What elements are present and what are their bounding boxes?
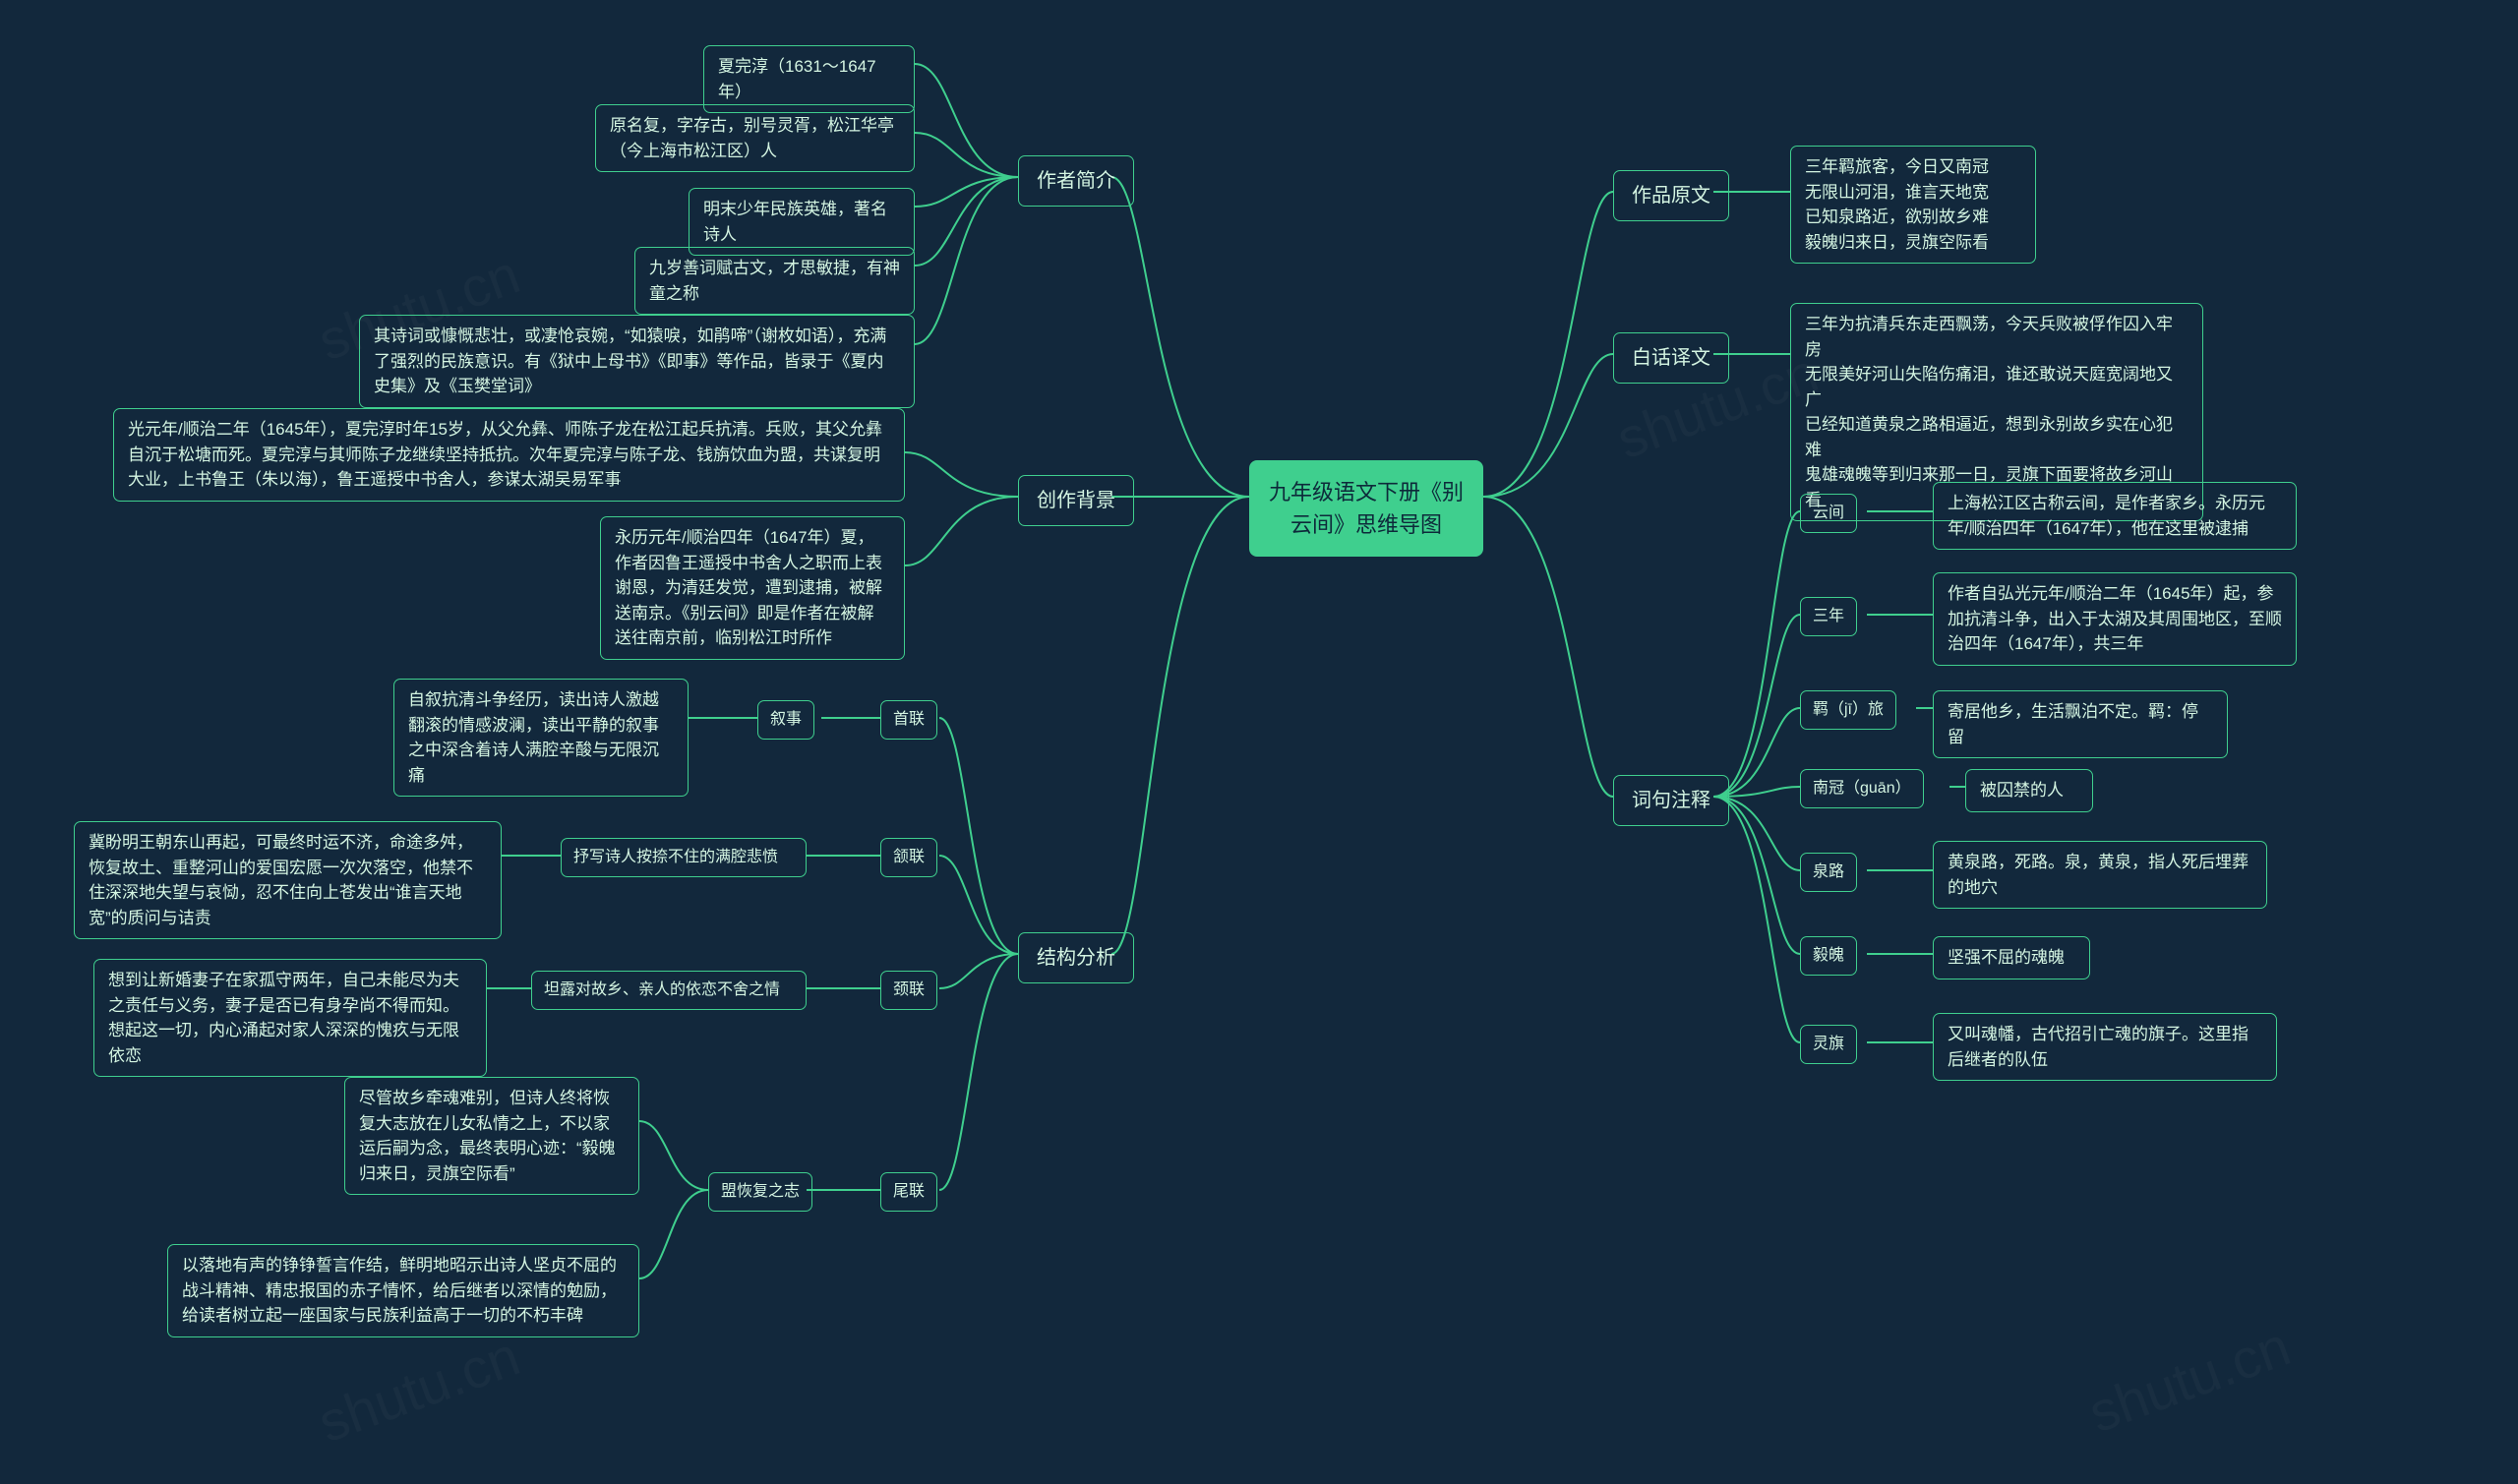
bg-c2[interactable]: 永历元年/顺治四年（1647年）夏，作者因鲁王遥授中书舍人之职而上表谢恩，为清廷… (600, 516, 905, 660)
watermark: shutu.cn (2080, 1314, 2298, 1445)
author-c2[interactable]: 原名复，字存古，别号灵胥，松江华亭（今上海市松江区）人 (595, 104, 915, 172)
note-key-4[interactable]: 南冠（guān） (1800, 769, 1924, 808)
note-val-5[interactable]: 黄泉路，死路。泉，黄泉，指人死后埋葬的地穴 (1933, 841, 2267, 909)
watermark: shutu.cn (310, 1324, 527, 1454)
note-val-6[interactable]: 坚强不屈的魂魄 (1933, 936, 2090, 979)
branch-background[interactable]: 创作背景 (1018, 475, 1134, 526)
branch-notes[interactable]: 词句注释 (1613, 775, 1729, 826)
note-key-6[interactable]: 毅魄 (1800, 936, 1857, 976)
couplet-1-sub[interactable]: 叙事 (757, 700, 814, 740)
root-node[interactable]: 九年级语文下册《别云间》思维导图 (1249, 460, 1483, 557)
couplet-2-sub[interactable]: 抒写诗人按捺不住的满腔悲愤 (561, 838, 807, 877)
couplet-1[interactable]: 首联 (880, 700, 937, 740)
author-c5[interactable]: 其诗词或慷慨悲壮，或凄怆哀婉，“如猿唳，如鹃啼”（谢枚如语），充满了强烈的民族意… (359, 315, 915, 408)
couplet-4[interactable]: 尾联 (880, 1172, 937, 1212)
original-text[interactable]: 三年羁旅客，今日又南冠 无限山河泪，谁言天地宽 已知泉路近，欲别故乡难 毅魄归来… (1790, 146, 2036, 264)
note-key-2[interactable]: 三年 (1800, 597, 1857, 636)
note-val-2[interactable]: 作者自弘光元年/顺治二年（1645年）起，参加抗清斗争，出入于太湖及其周围地区，… (1933, 572, 2297, 666)
note-key-7[interactable]: 灵旗 (1800, 1025, 1857, 1064)
bg-c1[interactable]: 光元年/顺治二年（1645年），夏完淳时年15岁，从父允彝、师陈子龙在松江起兵抗… (113, 408, 905, 502)
author-c3[interactable]: 明末少年民族英雄，著名诗人 (689, 188, 915, 256)
note-key-5[interactable]: 泉路 (1800, 853, 1857, 892)
note-key-1[interactable]: 云间 (1800, 494, 1857, 533)
couplet-2[interactable]: 颔联 (880, 838, 937, 877)
branch-translation[interactable]: 白话译文 (1613, 332, 1729, 384)
note-val-7[interactable]: 又叫魂幡，古代招引亡魂的旗子。这里指后继者的队伍 (1933, 1013, 2277, 1081)
note-val-3[interactable]: 寄居他乡，生活飘泊不定。羁：停留 (1933, 690, 2228, 758)
note-val-1[interactable]: 上海松江区古称云间，是作者家乡。永历元年/顺治四年（1647年），他在这里被逮捕 (1933, 482, 2297, 550)
couplet-3-sub[interactable]: 坦露对故乡、亲人的依恋不舍之情 (531, 971, 807, 1010)
couplet-3-leaf[interactable]: 想到让新婚妻子在家孤守两年，自己未能尽为夫之责任与义务，妻子是否已有身孕尚不得而… (93, 959, 487, 1077)
author-c1[interactable]: 夏完淳（1631～1647年） (703, 45, 915, 113)
couplet-4-leaf2[interactable]: 以落地有声的铮铮誓言作结，鲜明地昭示出诗人坚贞不屈的战斗精神、精忠报国的赤子情怀… (167, 1244, 639, 1337)
branch-author[interactable]: 作者简介 (1018, 155, 1134, 207)
couplet-4-leaf1[interactable]: 尽管故乡牵魂难别，但诗人终将恢复大志放在儿女私情之上，不以家运后嗣为念，最终表明… (344, 1077, 639, 1195)
branch-structure[interactable]: 结构分析 (1018, 932, 1134, 983)
branch-original[interactable]: 作品原文 (1613, 170, 1729, 221)
couplet-3[interactable]: 颈联 (880, 971, 937, 1010)
note-key-3[interactable]: 羁（jī）旅 (1800, 690, 1896, 730)
couplet-1-leaf[interactable]: 自叙抗清斗争经历，读出诗人激越翻滚的情感波澜，读出平静的叙事之中深含着诗人满腔辛… (393, 679, 689, 797)
note-val-4[interactable]: 被囚禁的人 (1965, 769, 2093, 812)
couplet-4-sub[interactable]: 盟恢复之志 (708, 1172, 812, 1212)
couplet-2-leaf[interactable]: 冀盼明王朝东山再起，可最终时运不济，命途多舛，恢复故土、重整河山的爱国宏愿一次次… (74, 821, 502, 939)
mindmap-canvas: shutu.cn shutu.cn shutu.cn shutu.cn (0, 0, 2518, 1484)
author-c4[interactable]: 九岁善词赋古文，才思敏捷，有神童之称 (634, 247, 915, 315)
